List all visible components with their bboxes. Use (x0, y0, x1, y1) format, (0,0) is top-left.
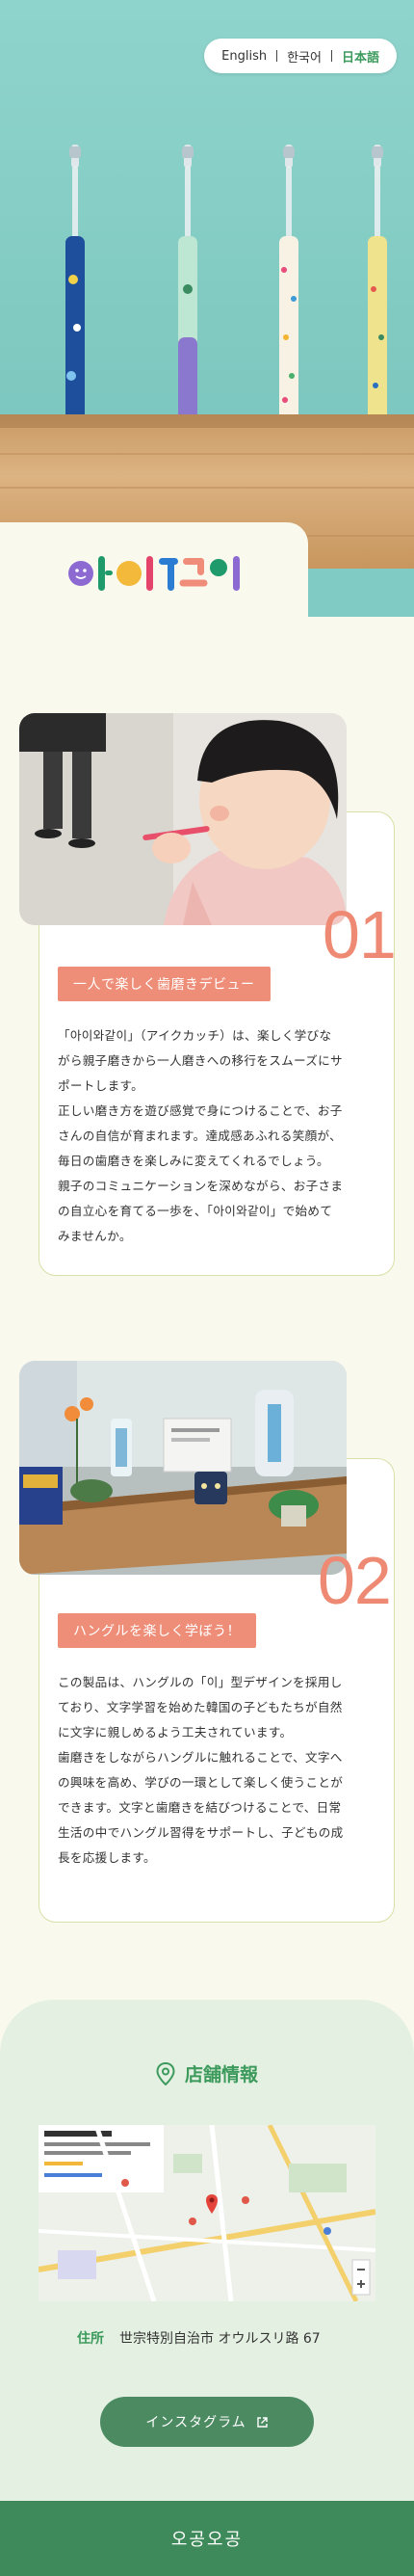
instagram-button[interactable]: インスタグラム (100, 2397, 314, 2447)
text-line: この製品は、ハングルの「이」型デザインを採用し (58, 1675, 343, 1689)
lang-english[interactable]: English (221, 49, 267, 64)
footer: 오공오공 (0, 2501, 414, 2576)
lang-separator (276, 50, 278, 62)
text-line: に文字に親しめるよう工夫されています。 (58, 1725, 293, 1739)
text-line: 正しい磨き方を遊び感覚で身につけることで、お子 (58, 1103, 343, 1118)
shelf-grain (0, 453, 414, 455)
store-map[interactable] (39, 2125, 375, 2301)
text-line: 歯磨きをしながらハングルに触れることで、文字へ (58, 1750, 343, 1765)
photo-product-display (19, 1361, 347, 1575)
store-address: 住所 世宗特別自治市 オウルスリ路 67 (77, 2328, 321, 2348)
text-line: できます。文字と歯磨きを結びつけることで、日常 (58, 1800, 342, 1815)
toothbrush-confetti (279, 145, 298, 424)
external-link-icon (256, 2416, 268, 2428)
feature-tag-1: 一人で楽しく歯磨きデビュー (58, 967, 271, 1001)
toothbrush-blue (65, 145, 85, 424)
language-switcher: English 한국어 日本語 (204, 39, 397, 73)
text-line: 長を応援します。 (58, 1850, 156, 1865)
lang-separator (330, 50, 332, 62)
store-info-heading: 店舗情報 (0, 2060, 414, 2086)
text-line: さんの自信が育まれます。達成感あふれる笑顔が、 (58, 1129, 343, 1143)
address-value: 世宗特別自治市 オウルスリ路 67 (119, 2331, 321, 2347)
text-line: みませんか。 (58, 1229, 132, 1243)
section-number-02: 02 (318, 1543, 392, 1618)
logo-card (0, 522, 308, 621)
text-line: ポートします。 (58, 1078, 143, 1093)
text-line: ており、文字学習を始めた韓国の子どもたちが自然 (58, 1700, 343, 1714)
toothbrush-green (178, 145, 197, 424)
text-line: の興味を高め、学びの一環として楽しく使うことが (58, 1775, 344, 1790)
text-line: がら親子磨きから一人磨きへの移行をスムーズにサ (58, 1053, 343, 1068)
lang-korean[interactable]: 한국어 (287, 47, 322, 66)
text-line: 親子のコミュニケーションを深めながら、お子さま (58, 1179, 344, 1193)
toothbrush-yellow (368, 145, 387, 424)
shelf-edge (0, 414, 414, 428)
feature-tag-2: ハングルを楽しく学ぼう！ (58, 1613, 256, 1648)
shelf-grain (0, 487, 414, 489)
footer-brand: 오공오공 (170, 2530, 244, 2550)
lang-japanese[interactable]: 日本語 (342, 47, 379, 66)
text-line: 生活の中でハングル習得をサポートし、子どもの成 (58, 1825, 344, 1840)
instagram-button-label: インスタグラム (145, 2415, 246, 2430)
text-line: 毎日の歯磨きを楽しみに変えてくれるでしょう。 (58, 1154, 329, 1168)
section-number-01: 01 (323, 897, 397, 972)
text-line: 「아이와같이」（アイクカッチ）は、楽しく学びな (58, 1028, 332, 1043)
store-info-title: 店舗情報 (184, 2064, 258, 2085)
feature-text-2: この製品は、ハングルの「이」型デザインを採用し ており、文字学習を始めた韓国の子… (58, 1670, 380, 1871)
location-pin-icon (156, 2061, 175, 2085)
address-label: 住所 (77, 2331, 104, 2347)
text-line: の自立心を育てる一歩を、「아이와같이」で始めて (58, 1204, 333, 1218)
photo-child-brushing (19, 713, 347, 925)
brand-logo (68, 556, 240, 591)
feature-text-1: 「아이와같이」（アイクカッチ）は、楽しく学びな がら親子磨きから一人磨きへの移行… (58, 1023, 380, 1249)
